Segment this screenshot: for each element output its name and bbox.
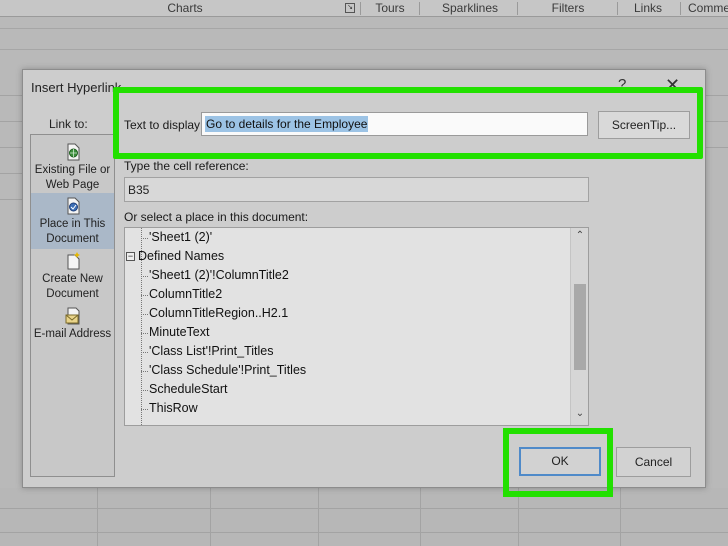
document-place-icon	[67, 197, 79, 215]
place-label-line2: Document	[46, 233, 99, 245]
tree-item[interactable]: ColumnTitleRegion..H2.1	[149, 304, 288, 323]
tree-guide	[141, 390, 148, 391]
place-email-address[interactable]: E-mail Address	[31, 303, 114, 359]
ribbon-separator	[680, 2, 681, 15]
new-document-icon	[67, 252, 80, 270]
ribbon-separator	[517, 2, 518, 15]
tree-item[interactable]: ThisRow	[149, 399, 198, 418]
tree-item[interactable]: 'Sheet1 (2)'!ColumnTitle2	[149, 266, 289, 285]
tree-scrollbar[interactable]: ⌃ ⌄	[570, 228, 588, 425]
link-to-panel: Existing File or Web Page Place in This …	[30, 134, 115, 477]
place-label-line1: Create New	[42, 273, 103, 285]
worksheet-grid	[0, 488, 728, 546]
tree-guide	[141, 333, 148, 334]
tree-guide	[141, 409, 148, 410]
ribbon-separator	[419, 2, 420, 15]
tree-guide	[141, 295, 148, 296]
tree-item[interactable]: ColumnTitle2	[149, 285, 222, 304]
scroll-up-icon[interactable]: ⌃	[571, 230, 588, 241]
excel-ribbon: Charts ↘ Tours Sparklines Filters Links …	[0, 0, 728, 17]
email-icon	[65, 307, 79, 325]
place-label-line1: E-mail Address	[33, 328, 112, 340]
place-existing-file[interactable]: Existing File or Web Page	[31, 139, 114, 195]
place-label-line2: Document	[46, 288, 99, 300]
tree-item[interactable]: MinuteText	[149, 323, 209, 342]
place-in-this-document[interactable]: Place in This Document	[31, 193, 114, 249]
place-create-new-document[interactable]: Create New Document	[31, 248, 114, 304]
scroll-thumb[interactable]	[574, 284, 586, 370]
cell-reference-input[interactable]: B35	[124, 177, 589, 202]
tree-guide	[141, 352, 148, 353]
cancel-button[interactable]: Cancel	[616, 447, 691, 477]
tree-guide	[141, 276, 148, 277]
insert-hyperlink-dialog: Insert Hyperlink ? ✕ Link to: Existing F…	[22, 69, 706, 497]
ribbon-group-comments[interactable]: Comme	[688, 0, 728, 17]
dialog-title: Insert Hyperlink	[31, 80, 122, 95]
ribbon-group-tours[interactable]: Tours	[365, 0, 415, 17]
place-in-document-label: Or select a place in this document:	[124, 210, 309, 224]
tree-item[interactable]: 'Class List'!Print_Titles	[149, 342, 273, 361]
globe-file-icon	[67, 143, 79, 161]
ribbon-separator	[617, 2, 618, 15]
ribbon-group-links[interactable]: Links	[624, 0, 672, 17]
place-label-line2: Web Page	[45, 179, 100, 191]
cell-reference-label: Type the cell reference:	[124, 159, 249, 173]
ribbon-group-filters[interactable]: Filters	[538, 0, 598, 17]
tree-item[interactable]: ScheduleStart	[149, 380, 228, 399]
scroll-down-icon[interactable]: ⌄	[571, 408, 588, 419]
place-label-line1: Place in This	[39, 218, 106, 230]
dialog-launcher-icon[interactable]: ↘	[345, 3, 355, 13]
tree-item[interactable]: 'Class Schedule'!Print_Titles	[149, 361, 306, 380]
tree-guide	[141, 371, 148, 372]
ribbon-group-charts[interactable]: Charts	[150, 0, 220, 17]
ribbon-separator	[360, 2, 361, 15]
collapse-icon[interactable]: −	[126, 252, 135, 261]
tree-guide	[141, 238, 148, 239]
row-area-right	[706, 69, 728, 489]
document-places-tree: 'Sheet1 (2)' − Defined Names 'Sheet1 (2)…	[124, 227, 589, 426]
highlight-box-ok	[503, 428, 613, 497]
formula-area	[0, 17, 728, 69]
tree-item[interactable]: 'Sheet1 (2)'	[149, 228, 212, 247]
row-area-left	[0, 69, 22, 489]
tree-guide	[141, 314, 148, 315]
tree-item-defined-names[interactable]: Defined Names	[138, 247, 224, 266]
ribbon-group-sparklines[interactable]: Sparklines	[430, 0, 510, 17]
link-to-label: Link to:	[49, 117, 88, 131]
highlight-box-text-to-display	[113, 87, 703, 159]
place-label-line1: Existing File or	[34, 164, 111, 176]
